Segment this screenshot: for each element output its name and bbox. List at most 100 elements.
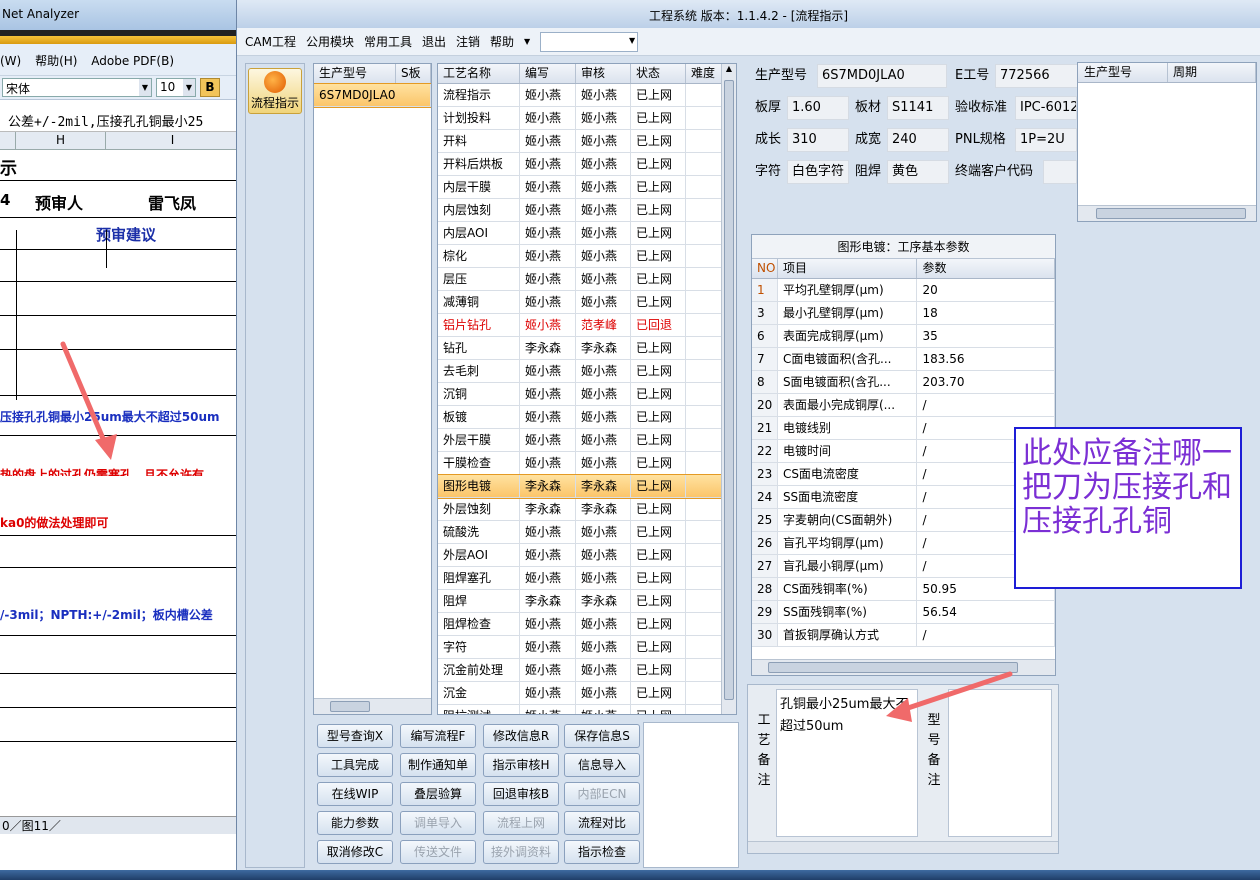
action-button[interactable]: 调单导入: [400, 811, 476, 835]
chevron-down-icon[interactable]: ▼: [183, 79, 195, 96]
right-col-cycle[interactable]: 周期: [1168, 63, 1256, 82]
menu-exit[interactable]: 退出: [422, 33, 446, 50]
params-col-value[interactable]: 参数: [917, 259, 1055, 278]
table-row[interactable]: 20 表面最小完成铜厚(... /: [752, 394, 1055, 417]
value-pnl[interactable]: 1P=2U: [1015, 128, 1077, 152]
action-button[interactable]: 接外调资料: [483, 840, 559, 864]
action-button[interactable]: 修改信息R: [483, 724, 559, 748]
bg-col-h[interactable]: H: [16, 132, 106, 149]
action-button[interactable]: 保存信息S: [564, 724, 640, 748]
scroll-thumb[interactable]: [1096, 208, 1246, 219]
table-row[interactable]: 28 CS面残铜率(%) 50.95: [752, 578, 1055, 601]
table-row[interactable]: 30 首扳铜厚确认方式 /: [752, 624, 1055, 647]
action-button[interactable]: 工具完成: [317, 753, 393, 777]
value-model[interactable]: 6S7MD0JLA0: [817, 64, 947, 88]
table-row[interactable]: 26 盲孔平均铜厚(μm) /: [752, 532, 1055, 555]
bg-formula-bar[interactable]: 公差+/-2mil,压接孔孔铜最小25: [0, 108, 240, 132]
table-row[interactable]: 流程指示 姬小燕 姬小燕 已上网: [438, 84, 736, 107]
bg-menu-window[interactable]: (W): [0, 54, 21, 68]
process-col-difficulty[interactable]: 难度: [686, 64, 722, 83]
table-row[interactable]: 沉铜 姬小燕 姬小燕 已上网: [438, 383, 736, 406]
table-row[interactable]: 外层AOI 姬小燕 姬小燕 已上网: [438, 544, 736, 567]
right-col-model[interactable]: 生产型号: [1078, 63, 1168, 82]
table-row[interactable]: 计划投料 姬小燕 姬小燕 已上网: [438, 107, 736, 130]
table-row[interactable]: 硫酸洗 姬小燕 姬小燕 已上网: [438, 521, 736, 544]
process-col-status[interactable]: 状态: [631, 64, 686, 83]
table-row[interactable]: 外层干膜 姬小燕 姬小燕 已上网: [438, 429, 736, 452]
scroll-thumb[interactable]: [330, 701, 370, 712]
table-row[interactable]: 减薄铜 姬小燕 姬小燕 已上网: [438, 291, 736, 314]
menu-combo[interactable]: ▼: [540, 31, 639, 52]
action-button[interactable]: 编写流程F: [400, 724, 476, 748]
action-button[interactable]: 制作通知单: [400, 753, 476, 777]
action-button[interactable]: 能力参数: [317, 811, 393, 835]
table-row[interactable]: 板镀 姬小燕 姬小燕 已上网: [438, 406, 736, 429]
params-col-item[interactable]: 项目: [778, 259, 918, 278]
params-hscroll[interactable]: [752, 659, 1055, 675]
action-button[interactable]: 内部ECN: [564, 782, 640, 806]
bg-menu-adobe-pdf[interactable]: Adobe PDF(B): [91, 54, 174, 68]
table-row[interactable]: 23 CS面电流密度 /: [752, 463, 1055, 486]
table-row[interactable]: 内层干膜 姬小燕 姬小燕 已上网: [438, 176, 736, 199]
table-row[interactable]: 内层蚀刻 姬小燕 姬小燕 已上网: [438, 199, 736, 222]
table-row[interactable]: 外层蚀刻 李永森 李永森 已上网: [438, 498, 736, 521]
table-row[interactable]: 铝片钻孔 姬小燕 范孝峰 已回退: [438, 314, 736, 337]
chevron-down-icon[interactable]: ▼: [629, 36, 635, 45]
table-row[interactable]: 29 SS面残铜率(%) 56.54: [752, 601, 1055, 624]
process-grid-vscroll[interactable]: ▲: [721, 64, 736, 714]
menu-common-modules[interactable]: 公用模块: [306, 33, 354, 50]
bg-col-i[interactable]: I: [106, 132, 240, 149]
scroll-thumb[interactable]: [768, 662, 1018, 673]
menu-tools[interactable]: 常用工具: [364, 33, 412, 50]
value-soldermask[interactable]: 黄色: [887, 160, 949, 184]
table-row[interactable]: 21 电镀线别 /: [752, 417, 1055, 440]
scroll-up-icon[interactable]: ▲: [722, 64, 736, 78]
menu-cam[interactable]: CAM工程: [245, 33, 296, 50]
table-row[interactable]: 阻焊 李永森 李永森 已上网: [438, 590, 736, 613]
table-row[interactable]: 图形电镀 李永森 李永森 已上网: [438, 474, 736, 499]
process-col-name[interactable]: 工艺名称: [438, 64, 520, 83]
value-length[interactable]: 310: [787, 128, 849, 152]
value-standard[interactable]: IPC-6012: [1015, 96, 1077, 120]
notes-box[interactable]: [643, 722, 739, 868]
model-remark-text[interactable]: [948, 689, 1052, 837]
table-row[interactable]: 22 电镀时间 /: [752, 440, 1055, 463]
menu-logout[interactable]: 注销: [456, 33, 480, 50]
action-button[interactable]: 回退审核B: [483, 782, 559, 806]
value-thickness[interactable]: 1.60: [787, 96, 849, 120]
right-grid-hscroll[interactable]: [1078, 205, 1256, 221]
value-customer-code[interactable]: [1043, 160, 1077, 184]
table-row[interactable]: 6 表面完成铜厚(μm) 35: [752, 325, 1055, 348]
params-col-no[interactable]: NO: [752, 259, 778, 278]
table-row[interactable]: 钻孔 李永森 李永森 已上网: [438, 337, 736, 360]
action-button[interactable]: 流程对比: [564, 811, 640, 835]
scroll-thumb[interactable]: [724, 80, 734, 700]
table-row[interactable]: 24 SS面电流密度 /: [752, 486, 1055, 509]
table-row[interactable]: 阻焊检查 姬小燕 姬小燕 已上网: [438, 613, 736, 636]
process-remark-text[interactable]: 孔铜最小25um最大不超过50um: [776, 689, 918, 837]
table-row[interactable]: 开料后烘板 姬小燕 姬小燕 已上网: [438, 153, 736, 176]
bg-size-select[interactable]: 10 ▼: [156, 78, 196, 97]
table-row[interactable]: 3 最小孔壁铜厚(μm) 18: [752, 302, 1055, 325]
table-row[interactable]: 27 盲孔最小铜厚(μm) /: [752, 555, 1055, 578]
bg-menu-help[interactable]: 帮助(H): [35, 54, 77, 68]
bg-bold-button[interactable]: B: [200, 78, 220, 97]
action-button[interactable]: 指示审核H: [483, 753, 559, 777]
table-row[interactable]: 7 C面电镀面积(含孔... 183.56: [752, 348, 1055, 371]
table-row[interactable]: 去毛刺 姬小燕 姬小燕 已上网: [438, 360, 736, 383]
model-row[interactable]: 6S7MD0JLA0: [314, 83, 431, 108]
action-button[interactable]: 信息导入: [564, 753, 640, 777]
action-button[interactable]: 在线WIP: [317, 782, 393, 806]
value-character[interactable]: 白色字符: [787, 160, 849, 184]
process-col-reviewer[interactable]: 审核: [576, 64, 631, 83]
chevron-down-icon[interactable]: ▼: [139, 79, 151, 96]
action-button[interactable]: 取消修改C: [317, 840, 393, 864]
menu-help[interactable]: 帮助: [490, 33, 514, 50]
model-col-header[interactable]: 生产型号: [314, 64, 396, 83]
remarks-hscroll[interactable]: [748, 841, 1058, 853]
table-row[interactable]: 字符 姬小燕 姬小燕 已上网: [438, 636, 736, 659]
table-row[interactable]: 8 S面电镀面积(含孔... 203.70: [752, 371, 1055, 394]
bg-font-select[interactable]: 宋体 ▼: [2, 78, 152, 97]
action-button[interactable]: 型号查询X: [317, 724, 393, 748]
table-row[interactable]: 1 平均孔壁铜厚(μm) 20: [752, 279, 1055, 302]
